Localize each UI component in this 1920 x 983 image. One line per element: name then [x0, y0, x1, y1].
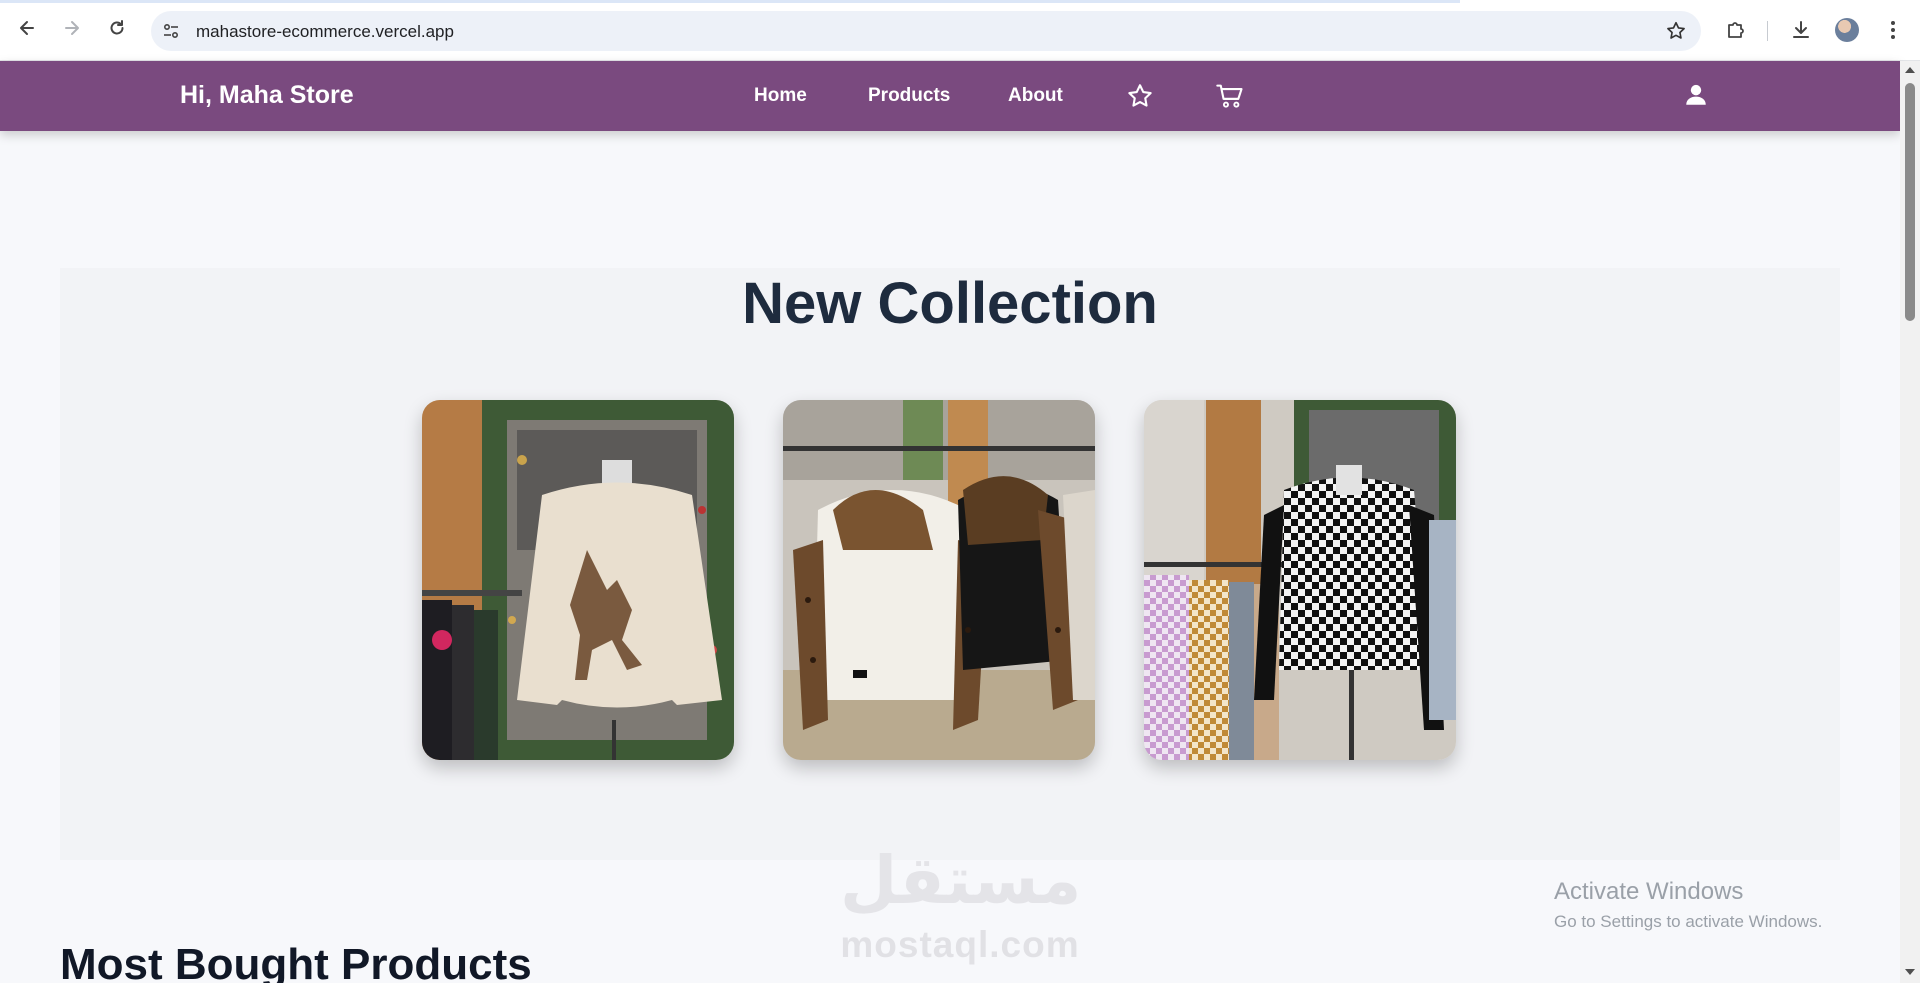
page-scrollbar[interactable] — [1900, 61, 1920, 983]
leopard-sweater-image — [783, 400, 1095, 760]
mostaql-logo-watermark: مستقل — [840, 842, 1082, 919]
hero-title: New Collection — [742, 271, 1158, 336]
collection-card-2[interactable] — [783, 400, 1095, 760]
toolbar-separator — [1767, 21, 1768, 41]
address-bar[interactable]: mahastore-ecommerce.vercel.app — [151, 11, 1701, 51]
scroll-down-arrow[interactable] — [1905, 969, 1915, 975]
nav-home[interactable]: Home — [754, 85, 807, 107]
menu-kebab-icon[interactable] — [1880, 17, 1906, 43]
houndstooth-sweater-image — [1144, 400, 1456, 760]
site-navbar: Hi, Maha Store Home Products About — [0, 61, 1900, 131]
collection-card-3[interactable] — [1144, 400, 1456, 760]
collection-cards — [422, 398, 1490, 781]
site-settings-icon[interactable] — [161, 21, 181, 41]
extensions-icon[interactable] — [1723, 17, 1749, 43]
back-icon[interactable] — [12, 13, 42, 43]
forward-icon[interactable] — [57, 13, 87, 43]
scroll-up-arrow[interactable] — [1905, 67, 1915, 73]
activate-windows-subtitle: Go to Settings to activate Windows. — [1554, 912, 1823, 931]
url-text[interactable]: mahastore-ecommerce.vercel.app — [196, 22, 454, 42]
profile-avatar[interactable] — [1835, 18, 1859, 42]
deer-sweater-image — [422, 400, 734, 760]
star-icon[interactable] — [1126, 82, 1154, 110]
browser-toolbar: mahastore-ecommerce.vercel.app — [0, 0, 1920, 61]
activate-windows-overlay: Activate Windows Go to Settings to activ… — [1554, 878, 1822, 932]
collection-card-1[interactable] — [422, 400, 734, 760]
download-icon[interactable] — [1788, 17, 1814, 43]
brand-greeting[interactable]: Hi, Maha Store — [180, 81, 354, 110]
cart-icon[interactable] — [1215, 82, 1243, 110]
bookmark-star-icon[interactable] — [1665, 20, 1687, 42]
reload-icon[interactable] — [102, 13, 132, 43]
scroll-thumb[interactable] — [1905, 83, 1915, 321]
nav-about[interactable]: About — [1008, 85, 1063, 107]
mostaql-url-watermark: mostaql.com — [840, 924, 1080, 965]
user-icon[interactable] — [1683, 82, 1711, 110]
most-bought-title: Most Bought Products — [60, 940, 532, 983]
nav-products[interactable]: Products — [868, 85, 950, 107]
loading-bar — [0, 0, 1460, 3]
activate-windows-title: Activate Windows — [1554, 878, 1744, 905]
